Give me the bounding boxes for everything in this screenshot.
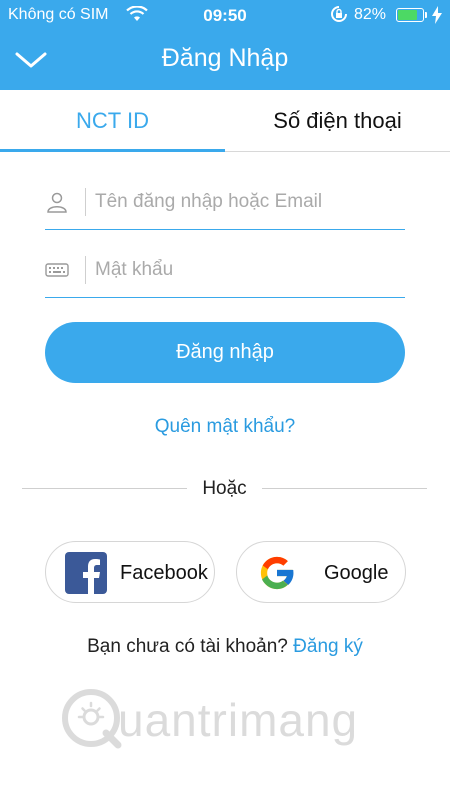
field-separator	[85, 188, 86, 216]
nav-bar: Đăng Nhập	[0, 30, 450, 90]
user-icon	[45, 190, 69, 214]
username-field	[45, 178, 405, 230]
google-label: Google	[324, 562, 389, 584]
password-field	[45, 246, 405, 298]
signup-prompt: Bạn chưa có tài khoản?	[87, 636, 288, 657]
signup-link[interactable]: Đăng ký	[293, 636, 363, 657]
watermark-text: uantrimang	[118, 694, 359, 746]
or-label: Hoặc	[202, 478, 247, 499]
password-input[interactable]	[95, 252, 395, 288]
battery-fill	[398, 10, 418, 20]
page-title: Đăng Nhập	[161, 44, 289, 72]
active-tab-indicator	[0, 149, 225, 152]
facebook-label: Facebook	[120, 562, 208, 584]
status-bar: Không có SIM 09:50 82%	[0, 0, 450, 30]
forgot-password-link[interactable]: Quên mật khẩu?	[0, 416, 450, 438]
google-icon	[256, 552, 298, 594]
keyboard-icon	[45, 258, 69, 282]
signup-row: Bạn chưa có tài khoản? Đăng ký	[0, 636, 450, 658]
username-input[interactable]	[95, 184, 395, 220]
login-button[interactable]: Đăng nhập	[45, 322, 405, 383]
battery-icon	[396, 8, 427, 22]
google-login-button[interactable]: Google	[236, 541, 406, 603]
or-divider: Hoặc	[22, 478, 427, 500]
watermark-logo-icon	[60, 687, 122, 749]
login-tabs: NCT ID Số điện thoại	[0, 90, 450, 152]
field-separator	[85, 256, 86, 284]
watermark: uantrimang	[60, 685, 390, 755]
facebook-icon	[65, 552, 107, 594]
divider-line	[262, 488, 427, 489]
tab-nct-id[interactable]: NCT ID	[0, 90, 225, 152]
battery-percent: 82%	[354, 6, 387, 23]
rotation-lock-icon	[330, 5, 348, 28]
charging-bolt-icon	[432, 6, 442, 29]
battery-nub	[425, 12, 427, 18]
tab-phone-number[interactable]: Số điện thoại	[225, 90, 450, 152]
facebook-login-button[interactable]: Facebook	[45, 541, 215, 603]
